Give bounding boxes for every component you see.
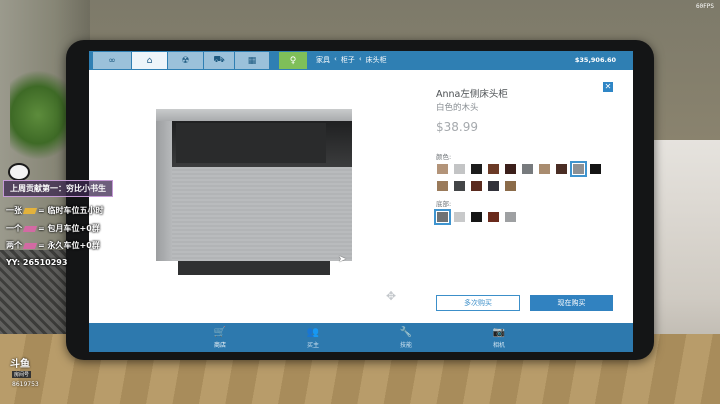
color-swatch[interactable] [437, 181, 448, 191]
nav-label: 技能 [399, 341, 412, 349]
color-swatch[interactable] [454, 181, 465, 191]
breadcrumb: 家具 ‹ 柜子 ‹ 床头柜 [316, 55, 387, 65]
close-button[interactable]: ✕ [603, 82, 613, 92]
gift-rule-2: 一个 = 包月车位+0群 [6, 223, 100, 234]
color-swatch[interactable] [488, 164, 499, 174]
vehicle-icon: ⛟ [213, 55, 225, 65]
nightstand-back [176, 123, 326, 163]
color-swatch[interactable] [471, 164, 482, 174]
color-swatch[interactable] [570, 161, 587, 177]
base-color-swatch[interactable] [471, 212, 482, 222]
tablet-screen: ∞ ⌂ ☢ ⛟ ▦ ♀ 家具 ‹ 柜子 ‹ 床头柜 $35,906.60 ➤ ✥ [89, 51, 633, 352]
breadcrumb-nightstand[interactable]: 床头柜 [366, 55, 387, 65]
color-swatch[interactable] [590, 164, 601, 174]
tab-vehicle[interactable]: ⛟ [204, 52, 234, 69]
nav-label: 相机 [492, 341, 505, 349]
gift-rule-1: 一张 = 临时车位五小时 [6, 205, 104, 216]
product-description: 白色的木头 [436, 103, 479, 113]
color-swatch[interactable] [505, 164, 516, 174]
color-swatch[interactable] [556, 164, 567, 174]
cart-icon: 🛒 [213, 326, 227, 338]
rocket-icon [22, 225, 38, 232]
breadcrumb-separator: ‹ [334, 55, 337, 63]
color-swatch[interactable] [539, 164, 550, 174]
base-color-swatch[interactable] [488, 212, 499, 222]
yy-channel: YY: 26510293 [6, 258, 68, 267]
mouse-cursor-icon: ➤ [338, 254, 347, 265]
tab-hazard[interactable]: ☢ [168, 52, 203, 69]
room-number-label: 房间号 [12, 371, 32, 378]
tab-home[interactable]: ⌂ [132, 52, 167, 69]
base-color-swatch[interactable] [454, 212, 465, 222]
gift-rule-reward: = 临时车位五小时 [38, 206, 104, 215]
breadcrumb-furniture[interactable]: 家具 [316, 55, 330, 65]
tab-green[interactable]: ♀ [279, 52, 307, 69]
hazard-icon: ☢ [181, 55, 190, 66]
fps-counter: 60FPS [695, 3, 714, 10]
breadcrumb-separator: ‹ [358, 55, 362, 63]
gift-rule-quantity: 一张 [6, 206, 22, 215]
gift-rule-reward: = 永久车位+0群 [38, 241, 100, 250]
nightstand-top [156, 109, 352, 121]
rocket-icon [22, 242, 38, 249]
top-nav-bar: ∞ ⌂ ☢ ⛟ ▦ ♀ 家具 ‹ 柜子 ‹ 床头柜 $35,906.60 [89, 51, 633, 70]
nightstand-drawer [172, 167, 352, 261]
nightstand-side [156, 121, 172, 261]
tab-loop[interactable]: ∞ [93, 52, 131, 69]
nav-camera[interactable]: 📷 相机 [459, 323, 539, 352]
nav-skills[interactable]: 🔧 技能 [366, 323, 446, 352]
panda-icon [8, 163, 30, 181]
camera-icon: 📷 [492, 326, 506, 338]
product-price: $38.99 [436, 120, 478, 134]
base-color-swatch[interactable] [505, 212, 516, 222]
gift-rule-quantity: 两个 [6, 241, 22, 250]
base-label: 底部: [436, 200, 452, 208]
money-balance: $35,906.60 [574, 56, 616, 64]
multi-buy-button[interactable]: 多次购买 [436, 295, 520, 311]
chip-icon: ▦ [247, 55, 257, 66]
gift-rule-quantity: 一个 [6, 224, 22, 233]
color-swatch[interactable] [488, 181, 499, 191]
color-swatch[interactable] [454, 164, 465, 174]
gold-card-icon [22, 207, 38, 214]
people-icon: 👥 [306, 326, 320, 338]
nightstand-base [178, 261, 330, 275]
color-swatch[interactable] [437, 164, 448, 174]
buy-now-button[interactable]: 现在购买 [530, 295, 613, 311]
tablet-device: ∞ ⌂ ☢ ⛟ ▦ ♀ 家具 ‹ 柜子 ‹ 床头柜 $35,906.60 ➤ ✥ [66, 40, 654, 360]
base-color-swatch[interactable] [434, 209, 451, 225]
color-swatch[interactable] [505, 181, 516, 191]
nav-label: 商店 [213, 341, 226, 349]
tab-chip[interactable]: ▦ [235, 52, 269, 69]
rotate-view-icon[interactable]: ✥ [382, 287, 400, 305]
wrench-icon: 🔧 [399, 326, 413, 338]
color-swatch[interactable] [522, 164, 533, 174]
home-icon: ⌂ [146, 55, 153, 66]
gift-rule-3: 两个 = 永久车位+0群 [6, 240, 100, 251]
top-contributor-banner: 上周贡献第一：穷比小书生 [3, 180, 113, 197]
person-icon: ♀ [289, 55, 297, 66]
product-preview[interactable]: ➤ [156, 109, 352, 275]
nav-shop[interactable]: 🛒 商店 [180, 323, 260, 352]
color-label: 颜色: [436, 153, 452, 161]
douyu-logo: 斗鱼 [10, 359, 30, 370]
product-name: Anna左侧床头柜 [436, 89, 508, 100]
bottom-nav-bar: 🛒 商店 👥 买主 🔧 技能 📷 相机 [89, 323, 633, 352]
loop-icon: ∞ [108, 55, 116, 66]
nav-label: 买主 [306, 341, 319, 349]
breadcrumb-cabinets[interactable]: 柜子 [341, 55, 355, 65]
room-number: 8619753 [12, 381, 39, 388]
gift-rule-reward: = 包月车位+0群 [38, 224, 100, 233]
nav-buyer[interactable]: 👥 买主 [273, 323, 353, 352]
color-swatch[interactable] [471, 181, 482, 191]
close-icon: ✕ [604, 82, 612, 91]
